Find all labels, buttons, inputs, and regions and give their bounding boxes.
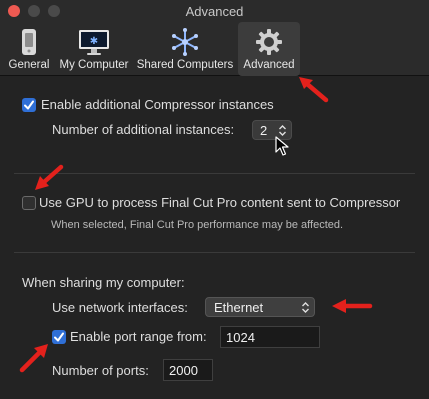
port-range-label: Enable port range from: [70,329,207,344]
port-from-value: 1024 [226,330,255,345]
instances-count-label: Number of additional instances: [52,122,235,137]
number-of-ports-field[interactable]: 2000 [163,359,213,381]
gpu-note: When selected, Final Cut Pro performance… [51,219,344,231]
port-range-checkbox[interactable] [52,330,66,344]
tab-general[interactable]: General [6,22,52,76]
use-gpu-label: Use GPU to process Final Cut Pro content… [39,195,401,210]
gear-icon [255,28,283,59]
phone-icon [18,28,40,59]
preferences-window: Advanced General ✱ My Computer Shared Co… [0,0,429,399]
number-of-ports-label: Number of ports: [52,363,149,378]
use-gpu-checkbox[interactable] [22,196,36,210]
annotation-arrow-icon [332,299,373,313]
mouse-pointer-icon [275,136,289,156]
annotation-arrow-icon [299,77,329,103]
checkmark-icon [54,332,64,342]
checkmark-icon [24,100,34,110]
instances-count-value: 2 [260,123,268,138]
network-icon [170,28,200,59]
monitor-icon: ✱ [78,28,110,59]
chevron-updown-icon [302,302,309,313]
section-divider [14,173,415,174]
network-interfaces-label: Use network interfaces: [52,300,188,315]
annotation-arrow-icon [35,164,64,190]
number-of-ports-value: 2000 [169,363,198,378]
tab-shared-computers-label: Shared Computers [136,59,234,71]
enable-instances-checkbox[interactable] [22,98,36,112]
sharing-heading: When sharing my computer: [22,275,185,290]
title-bar: Advanced [0,0,429,22]
tab-general-label: General [8,59,50,71]
tab-advanced-label: Advanced [243,59,295,71]
network-interfaces-value: Ethernet [214,300,264,315]
annotation-arrow-icon [19,344,48,373]
enable-instances-label: Enable additional Compressor instances [41,97,274,112]
section-divider [14,252,415,253]
preferences-toolbar: General ✱ My Computer Shared Computers A… [0,22,429,76]
tab-advanced[interactable]: Advanced [238,22,300,76]
port-from-field[interactable]: 1024 [220,326,320,348]
tab-my-computer[interactable]: ✱ My Computer [55,22,133,76]
window-title: Advanced [185,4,244,19]
tab-shared-computers[interactable]: Shared Computers [134,22,236,76]
network-interfaces-popup[interactable]: Ethernet [205,297,315,317]
tab-my-computer-label: My Computer [59,59,129,71]
svg-text:✱: ✱ [90,36,98,47]
